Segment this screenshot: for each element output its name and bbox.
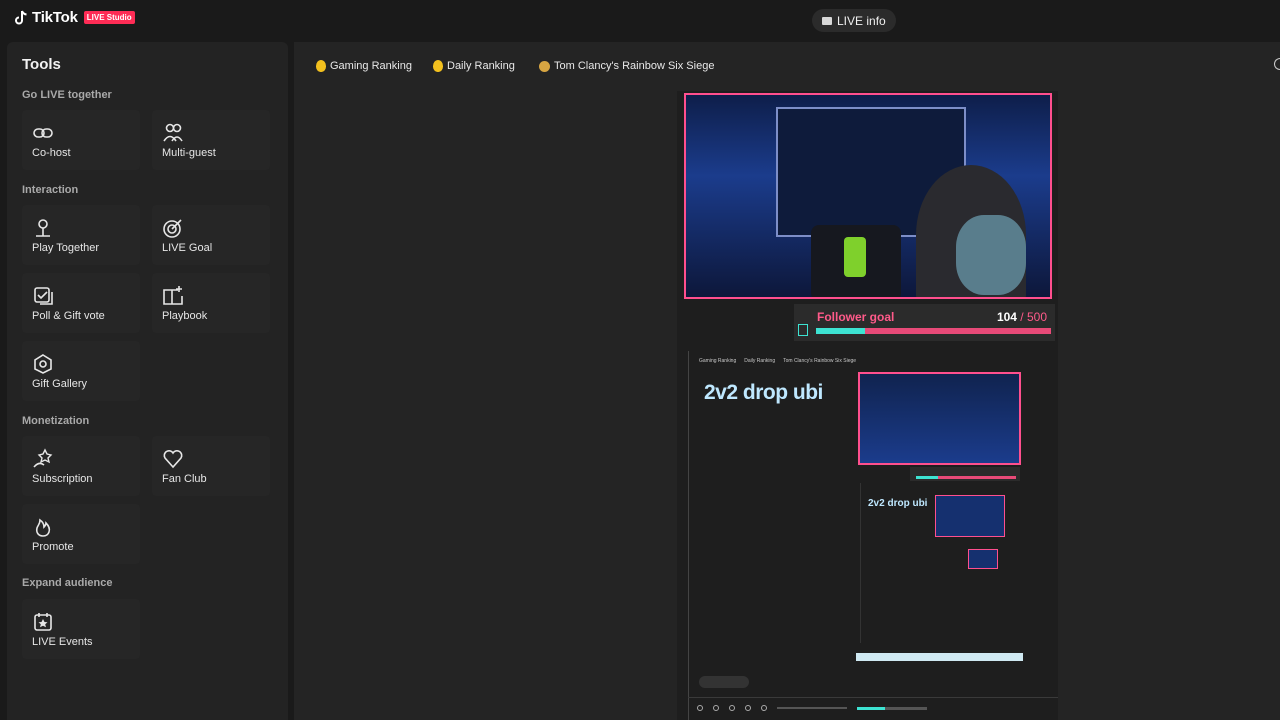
chip-label: Tom Clancy's Rainbow Six Siege: [554, 60, 715, 72]
heart-icon: [163, 449, 183, 469]
people-icon: [163, 123, 183, 142]
mini-stream-title: 2v2 drop ubi: [868, 498, 928, 509]
camera-feed: [684, 93, 1052, 299]
logo-text: TikTok: [32, 9, 78, 26]
camera-scene-face: [956, 215, 1026, 295]
calendar-star-icon: [34, 613, 52, 631]
chip-label: Gaming Ranking: [330, 60, 412, 72]
tool-gift-gallery[interactable]: Gift Gallery: [22, 341, 140, 401]
tool-live-goal[interactable]: LIVE Goal: [152, 205, 270, 265]
tool-label: Fan Club: [162, 473, 207, 485]
tiktok-note-icon: [15, 10, 27, 24]
tool-poll-gift-vote[interactable]: Poll & Gift vote: [22, 273, 140, 333]
tool-play-together[interactable]: Play Together: [22, 205, 140, 265]
control-icon[interactable]: [745, 705, 751, 711]
book-sparkle-icon: [163, 286, 183, 305]
control-icon[interactable]: [729, 705, 735, 711]
gold-medal-icon: [433, 60, 443, 72]
sidebar-title: Tools: [22, 56, 61, 73]
section-title-expand-audience: Expand audience: [22, 577, 113, 589]
live-info-label: LIVE info: [837, 13, 886, 28]
chip-gaming-ranking[interactable]: Gaming Ranking: [316, 58, 412, 74]
goal-indicator-icon: [798, 324, 808, 336]
tool-label: Play Together: [32, 242, 100, 254]
stream-preview[interactable]: Follower goal 104 / 500 Gaming Ranking D…: [677, 91, 1058, 720]
app-logo: TikTok LIVE Studio: [14, 9, 135, 26]
follower-target: / 500: [1016, 310, 1047, 324]
tool-label: Gift Gallery: [32, 378, 88, 390]
mini-follower-goal: [910, 467, 1020, 481]
tool-label: Co-host: [32, 147, 71, 159]
tool-multi-guest[interactable]: Multi-guest: [152, 110, 270, 170]
chip-game-ranking[interactable]: Tom Clancy's Rainbow Six Siege: [539, 58, 714, 74]
stream-title: 2v2 drop ubi: [704, 381, 823, 404]
chip-daily-ranking[interactable]: Daily Ranking: [433, 58, 515, 74]
tool-label: Subscription: [32, 473, 93, 485]
mic-level-slider[interactable]: [857, 706, 927, 710]
link-icon: [33, 128, 53, 138]
mini-goal-fill: [916, 476, 938, 479]
target-icon: [163, 219, 182, 238]
mini-toolbar-strip: [856, 653, 1023, 661]
mini-chip-row: Gaming Ranking Daily Ranking Tom Clancy'…: [699, 358, 856, 364]
follower-count: 104: [996, 310, 1017, 324]
control-icon[interactable]: [761, 705, 767, 711]
gold-medal-icon: [316, 60, 326, 72]
preview-edge-line: [688, 351, 689, 720]
tool-fan-club[interactable]: Fan Club: [152, 436, 270, 496]
preview-control-row: [697, 705, 927, 711]
mini-chip: Daily Ranking: [744, 358, 776, 364]
collapse-icon[interactable]: [1274, 58, 1280, 70]
follower-goal-bar: [816, 328, 1051, 334]
logo-badge: LIVE Studio: [83, 11, 135, 24]
tool-playbook[interactable]: Playbook: [152, 273, 270, 333]
mini-chip: Tom Clancy's Rainbow Six Siege: [783, 358, 857, 364]
follower-goal-fill: [816, 328, 865, 334]
mini-chip: Gaming Ranking: [699, 358, 737, 364]
tool-label: Playbook: [162, 310, 208, 322]
section-title-go-live-together: Go LIVE together: [22, 89, 112, 101]
volume-slider[interactable]: [777, 707, 847, 709]
follower-goal-count: 104 / 500: [997, 310, 1047, 324]
tool-co-host[interactable]: Co-host: [22, 110, 140, 170]
mini-avatar-pill: [699, 676, 749, 688]
live-info-button[interactable]: LIVE info: [812, 9, 896, 32]
top-bar: TikTok LIVE Studio LIVE info: [0, 0, 1280, 40]
control-icon[interactable]: [713, 705, 719, 711]
poll-icon: [34, 287, 53, 305]
monitor-icon: [822, 16, 832, 25]
section-title-interaction: Interaction: [22, 184, 79, 196]
tool-live-events[interactable]: LIVE Events: [22, 599, 140, 659]
tool-label: Poll & Gift vote: [32, 310, 105, 322]
tool-promote[interactable]: Promote: [22, 504, 140, 564]
mic-level-fill: [857, 706, 885, 710]
tools-sidebar: Tools Go LIVE together Co-host Multi-gue…: [7, 42, 288, 720]
tool-label: LIVE Goal: [162, 242, 213, 254]
mini-camera-feed-3: [968, 549, 998, 569]
tool-label: Promote: [32, 541, 74, 553]
star-hand-icon: [33, 448, 53, 468]
tool-subscription[interactable]: Subscription: [22, 436, 140, 496]
flame-icon: [35, 518, 51, 537]
bronze-medal-icon: [539, 60, 550, 72]
control-icon[interactable]: [697, 705, 703, 711]
chip-label: Daily Ranking: [447, 60, 515, 72]
follower-goal-label: Follower goal: [817, 310, 895, 324]
person-joystick-icon: [36, 219, 50, 237]
preview-divider: [688, 697, 1058, 698]
tool-label: LIVE Events: [32, 636, 93, 648]
mini-camera-feed: [858, 372, 1021, 465]
follower-goal-widget: Follower goal 104 / 500: [794, 304, 1055, 341]
mini-camera-feed-2: [935, 495, 1005, 537]
tool-label: Multi-guest: [162, 147, 216, 159]
section-title-monetization: Monetization: [22, 415, 90, 427]
gift-gallery-icon: [34, 354, 52, 374]
camera-scene-accent: [844, 237, 866, 277]
